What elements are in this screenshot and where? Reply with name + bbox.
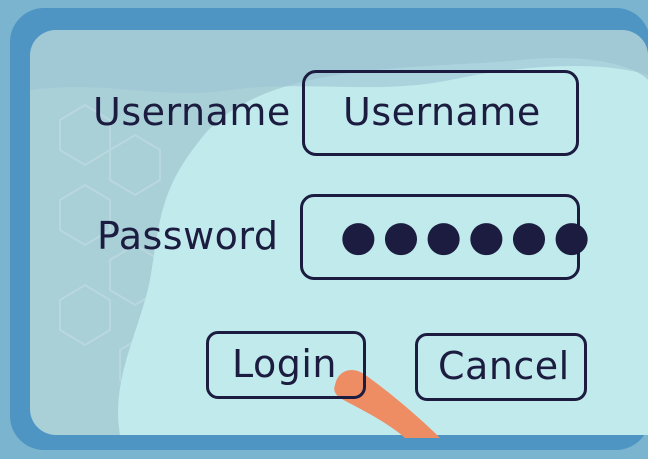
cancel-button-label: Cancel	[438, 344, 570, 388]
username-label: Username	[93, 90, 291, 134]
username-field-value: Username	[343, 90, 541, 134]
login-button-label: Login	[232, 342, 338, 386]
password-label: Password	[97, 214, 279, 258]
password-field-value: ●●●●●●	[340, 211, 596, 260]
